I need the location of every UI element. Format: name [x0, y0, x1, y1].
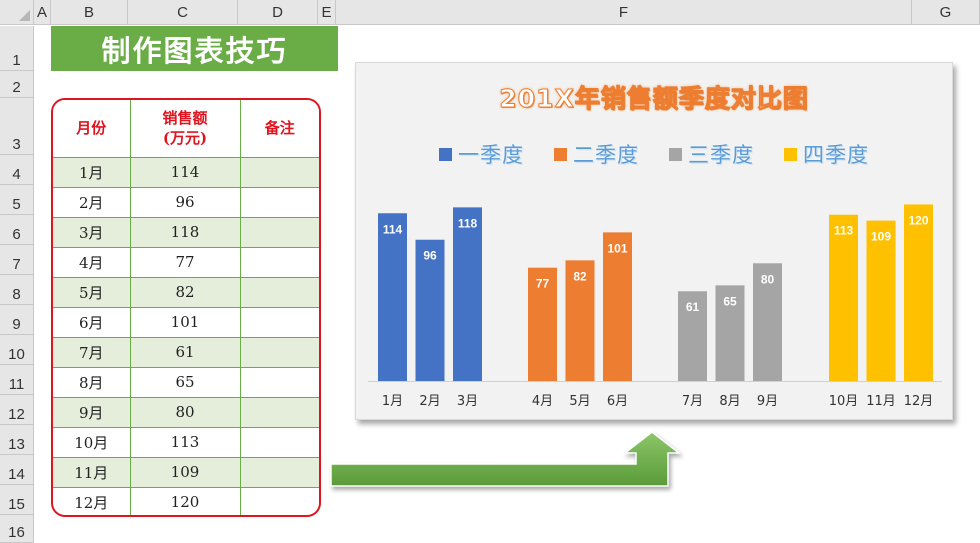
chart-plot-area[interactable]: 114 1月 96 2月 118 3月 77 4月 82 5月 101 6月 61 7月 65 8月 80 9月 1…: [356, 63, 954, 421]
chart-bar[interactable]: [866, 220, 896, 381]
bar-data-label: 96: [423, 249, 437, 263]
bar-data-label: 77: [536, 277, 550, 291]
bar-data-label: 120: [908, 213, 928, 227]
bar-data-label: 82: [573, 269, 587, 283]
chart-bar[interactable]: [378, 213, 407, 381]
bar-data-label: 118: [458, 216, 478, 230]
bar-data-label: 109: [871, 230, 891, 244]
x-tick-label: 5月: [569, 394, 590, 409]
x-tick-label: 9月: [757, 394, 778, 409]
x-tick-label: 7月: [682, 394, 703, 409]
x-tick-label: 11月: [866, 394, 896, 409]
bar-data-label: 65: [723, 294, 737, 308]
chart-bar[interactable]: [904, 204, 933, 381]
chart-bar[interactable]: [453, 207, 482, 381]
x-tick-label: 4月: [532, 394, 553, 409]
bar-data-label: 61: [686, 300, 700, 314]
bar-data-label: 114: [383, 222, 403, 236]
x-tick-label: 1月: [382, 394, 403, 409]
bar-data-label: 101: [607, 241, 627, 255]
x-tick-label: 2月: [419, 394, 440, 409]
x-tick-label: 3月: [457, 394, 478, 409]
x-tick-label: 8月: [719, 394, 740, 409]
x-tick-label: 6月: [607, 394, 628, 409]
quarterly-sales-chart[interactable]: 201X年销售额季度对比图 一季度 二季度 三季度 四季度 114 1月 96 2月 118 3…: [355, 62, 953, 420]
bar-data-label: 113: [834, 224, 854, 238]
bar-data-label: 80: [761, 272, 775, 286]
x-tick-label: 10月: [829, 394, 859, 409]
x-tick-label: 12月: [904, 394, 934, 409]
chart-bar[interactable]: [829, 214, 858, 381]
